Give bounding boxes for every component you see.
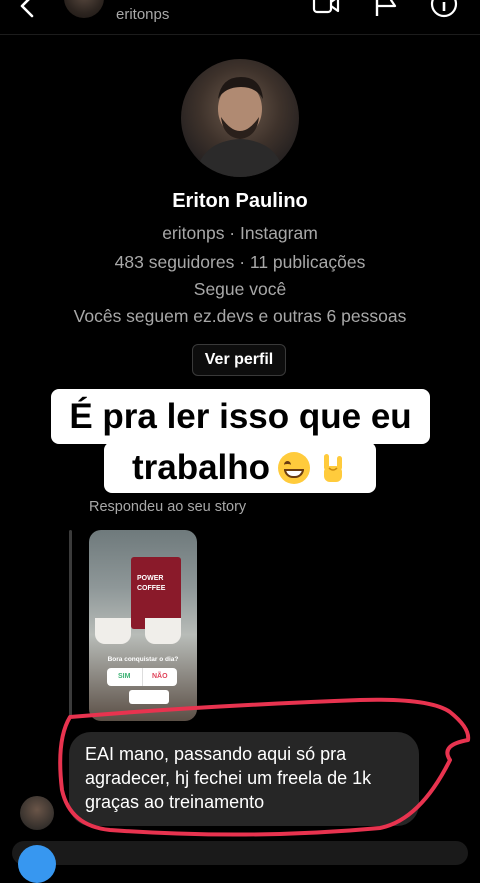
caption-line-1: É pra ler isso que eu — [51, 389, 430, 444]
sign-of-the-horns-icon — [324, 453, 343, 482]
flag-icon[interactable] — [372, 0, 400, 18]
view-profile-button[interactable]: Ver perfil — [192, 344, 286, 376]
coffee-cup — [95, 618, 131, 644]
header-username[interactable]: eritonps — [116, 6, 169, 23]
camera-icon[interactable] — [18, 845, 56, 883]
story-product: COFFEE — [137, 585, 166, 592]
reply-indicator-line — [69, 530, 72, 716]
poll-sticker: SIM NÃO — [107, 668, 177, 686]
video-call-icon[interactable] — [312, 0, 340, 18]
story-mention-tag — [129, 690, 169, 704]
poll-yes: SIM — [107, 668, 143, 686]
message-bubble[interactable]: EAI mano, passando aqui só pra agradecer… — [69, 732, 419, 826]
story-reply-label: Respondeu ao seu story — [89, 499, 247, 515]
chat-header: eritonps — [0, 0, 480, 35]
sender-avatar[interactable] — [20, 796, 54, 830]
coffee-cup — [145, 618, 181, 644]
info-icon[interactable] — [430, 0, 458, 18]
profile-handle: eritonps · Instagram — [162, 223, 318, 243]
grinning-face-icon — [278, 451, 311, 484]
caption-text-2: trabalho — [131, 447, 271, 487]
profile-photo — [195, 77, 285, 177]
header-avatar[interactable] — [64, 0, 104, 18]
poll-no: NÃO — [151, 673, 168, 680]
story-brand: POWER — [137, 575, 164, 582]
caption-text-1: É pra ler isso que eu — [69, 396, 412, 436]
mutual-followers: Vocês seguem ez.devs e outras 6 pessoas — [73, 306, 407, 326]
profile-avatar[interactable] — [181, 59, 299, 177]
follows-you-label: Segue você — [193, 279, 287, 299]
back-icon[interactable] — [14, 0, 42, 22]
message-composer[interactable] — [12, 841, 468, 865]
message-text: EAI mano, passando aqui só pra agradecer… — [85, 744, 372, 812]
profile-name: Eriton Paulino — [172, 190, 308, 212]
poll-question: Bora conquistar o dia? — [107, 656, 179, 663]
profile-stats: 483 seguidores · 11 publicações — [114, 252, 366, 272]
caption-line-2: trabalho — [104, 442, 376, 493]
story-thumbnail[interactable]: POWER COFFEE Bora conquistar o dia? SIM … — [89, 530, 197, 721]
